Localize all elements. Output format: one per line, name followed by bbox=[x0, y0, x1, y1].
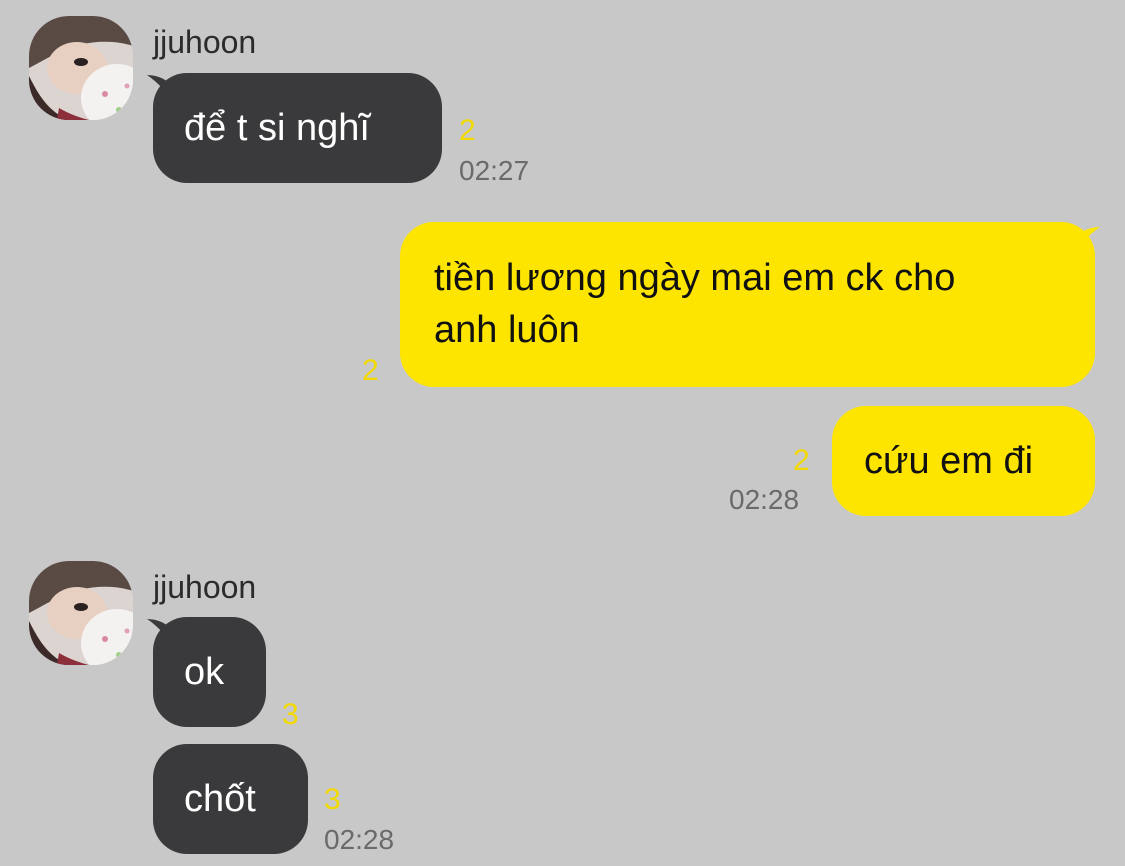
unread-count: 2 bbox=[362, 354, 379, 387]
message-text: cứu em đi bbox=[864, 440, 1034, 482]
unread-count: 2 bbox=[793, 444, 810, 477]
message-bubble[interactable]: tiền lương ngày mai em ck cho anh luôn bbox=[400, 222, 1095, 387]
message-text: chốt bbox=[184, 778, 256, 820]
avatar[interactable] bbox=[29, 561, 133, 665]
unread-count: 3 bbox=[324, 783, 341, 816]
unread-count: 3 bbox=[282, 698, 299, 731]
avatar[interactable] bbox=[29, 16, 133, 120]
message-bubble[interactable]: chốt bbox=[153, 744, 308, 854]
message-text: để t si nghĩ bbox=[184, 107, 370, 149]
message-text-line: anh luôn bbox=[434, 309, 580, 351]
timestamp: 02:27 bbox=[459, 155, 530, 186]
user-avatar-icon bbox=[29, 16, 133, 120]
message-text-line: tiền lương ngày mai em ck cho bbox=[434, 257, 956, 299]
timestamp: 02:28 bbox=[729, 484, 800, 515]
user-avatar-icon bbox=[29, 561, 133, 665]
unread-count: 2 bbox=[459, 114, 476, 147]
message-bubble[interactable]: để t si nghĩ bbox=[153, 73, 442, 183]
sender-name: jjuhoon bbox=[153, 569, 257, 605]
message-bubble[interactable]: ok bbox=[153, 617, 266, 727]
message-text: ok bbox=[184, 651, 225, 693]
timestamp: 02:28 bbox=[324, 824, 395, 855]
message-bubble[interactable]: cứu em đi bbox=[832, 406, 1095, 516]
sender-name: jjuhoon bbox=[153, 24, 257, 60]
